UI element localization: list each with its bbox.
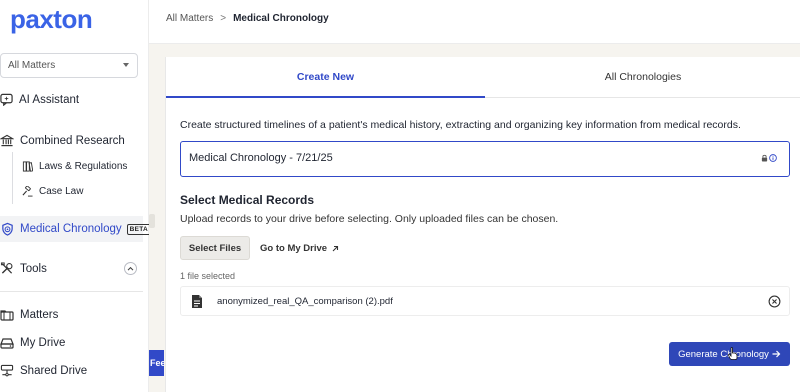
breadcrumb-root[interactable]: All Matters [166,13,213,24]
go-to-my-drive-label: Go to My Drive [260,243,328,254]
sidebar-item-label: Matters [20,309,59,321]
sidebar-item-label: Combined Research [20,134,125,147]
breadcrumb-separator: > [220,13,227,24]
go-to-my-drive-link[interactable]: Go to My Drive [260,243,339,254]
chronology-title-value: Medical Chronology - 7/21/25 [189,152,333,164]
selected-file-row: anonymized_real_QA_comparison (2).pdf [180,286,790,316]
breadcrumb-current: Medical Chronology [233,13,329,24]
bank-icon [0,134,14,147]
matter-select[interactable]: All Matters [0,53,138,78]
folder-icon [0,310,14,321]
sidebar-item-label: My Drive [20,337,66,349]
file-count: 1 file selected [180,271,236,281]
sidebar-item-combined-research[interactable]: Combined Research [0,134,125,147]
sidebar: paxton All Matters AI Assistant Combined… [0,0,152,392]
drive-icon [0,338,14,349]
sidebar-item-label: Laws & Regulations [39,161,128,172]
book-icon [22,161,33,172]
top-header: All Matters > Medical Chronology [149,0,800,44]
breadcrumb: All Matters > Medical Chronology [166,13,329,24]
remove-file-icon[interactable] [768,295,781,308]
chevron-up-icon [127,266,134,271]
section-title: Select Medical Records [180,193,315,207]
select-files-button[interactable]: Select Files [180,236,250,260]
external-link-icon [332,245,339,251]
tab-all-chronologies[interactable]: All Chronologies [485,57,800,98]
sidebar-item-shared-drive[interactable]: Shared Drive [0,364,87,377]
generate-chronology-label: Generate Chronology [678,348,769,360]
chevron-down-icon [123,63,129,67]
arrow-right-icon [772,350,781,358]
scroll-handle[interactable] [149,214,155,228]
password-manager-icon[interactable] [761,154,777,162]
sidebar-item-label: Tools [20,262,47,275]
matter-select-value: All Matters [8,60,56,71]
info-icon [769,154,777,162]
tools-collapse-button[interactable] [124,262,137,275]
sidebar-item-ai-assistant[interactable]: AI Assistant [0,93,79,106]
gavel-icon [22,186,33,197]
sidebar-item-matters[interactable]: Matters [0,309,58,321]
sidebar-item-label: Shared Drive [20,364,88,377]
chronology-title-input[interactable]: Medical Chronology - 7/21/25 [180,141,790,177]
tools-icon [0,262,13,274]
sidebar-divider [0,291,143,292]
lock-icon [761,154,768,162]
file-name: anonymized_real_QA_comparison (2).pdf [217,296,393,307]
shared-drive-icon [0,364,14,377]
sidebar-item-my-drive[interactable]: My Drive [0,337,65,349]
section-subtitle: Upload records to your drive before sele… [180,213,559,225]
document-icon [192,295,202,308]
tree-line [12,152,13,204]
sidebar-item-label: Case Law [39,186,84,197]
beta-badge: BETA [126,223,152,235]
sidebar-item-laws-regulations[interactable]: Laws & Regulations [22,161,127,172]
intro-text: Create structured timelines of a patient… [180,119,741,131]
tab-create-new[interactable]: Create New [166,57,485,98]
feedback-tab[interactable]: Feedback [149,350,164,376]
sidebar-item-case-law[interactable]: Case Law [22,186,83,197]
chronology-card: Create New All Chronologies Create struc… [165,57,800,392]
medical-icon [2,222,13,236]
sidebar-item-tools[interactable]: Tools [0,262,47,275]
sidebar-item-medical-chronology[interactable]: Medical Chronology BETA [0,216,152,242]
sidebar-item-label: AI Assistant [19,93,80,106]
paxton-logo[interactable]: paxton [10,4,93,35]
sidebar-item-label: Medical Chronology [20,223,122,235]
chat-icon [0,93,13,106]
hand-cursor-icon [728,347,738,360]
